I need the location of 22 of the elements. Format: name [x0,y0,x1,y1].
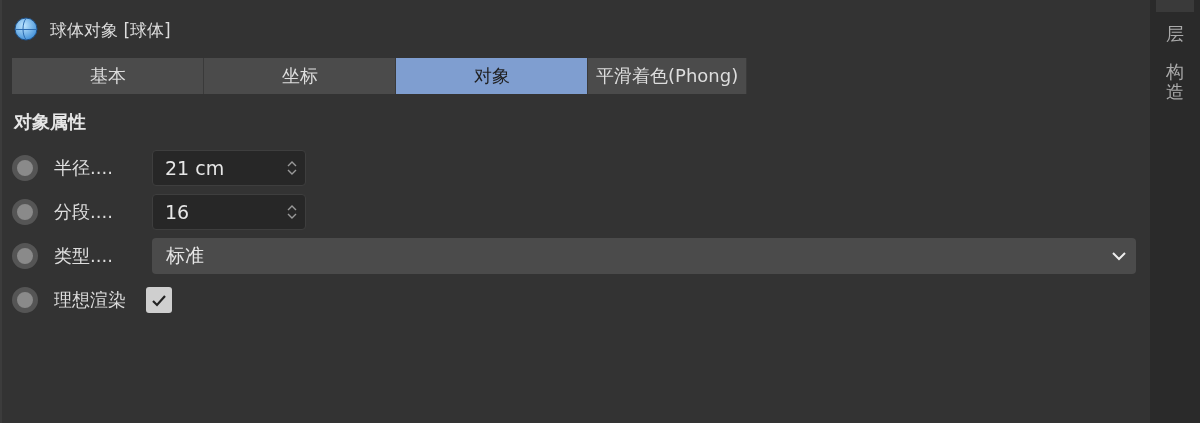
number-field[interactable]: 16 [152,194,306,230]
animation-radio[interactable] [12,243,38,269]
parameter-label: 理想渲染 [54,288,127,312]
animation-radio[interactable] [12,155,38,181]
number-field[interactable]: 21 cm [152,150,306,186]
tab[interactable]: 基本 [12,58,204,94]
tab[interactable]: 坐标 [204,58,396,94]
animation-radio[interactable] [12,199,38,225]
spinner-icon [287,204,297,220]
chevron-down-icon [1112,251,1126,261]
checkbox[interactable] [146,287,172,313]
tab[interactable]: 对象 [396,58,588,94]
dropdown[interactable]: 标准 [152,238,1136,274]
spinner-icon [287,160,297,176]
section-heading: 对象属性 [14,110,86,134]
parameter-label: 半径.... [54,156,114,180]
parameter-label: 分段.... [54,200,114,224]
sphere-icon [14,17,40,43]
animation-radio[interactable] [12,287,38,313]
tab[interactable]: 平滑着色(Phong) [588,58,748,94]
parameter-label: 类型.... [54,244,114,268]
object-title: 球体对象 [球体] [50,18,171,42]
